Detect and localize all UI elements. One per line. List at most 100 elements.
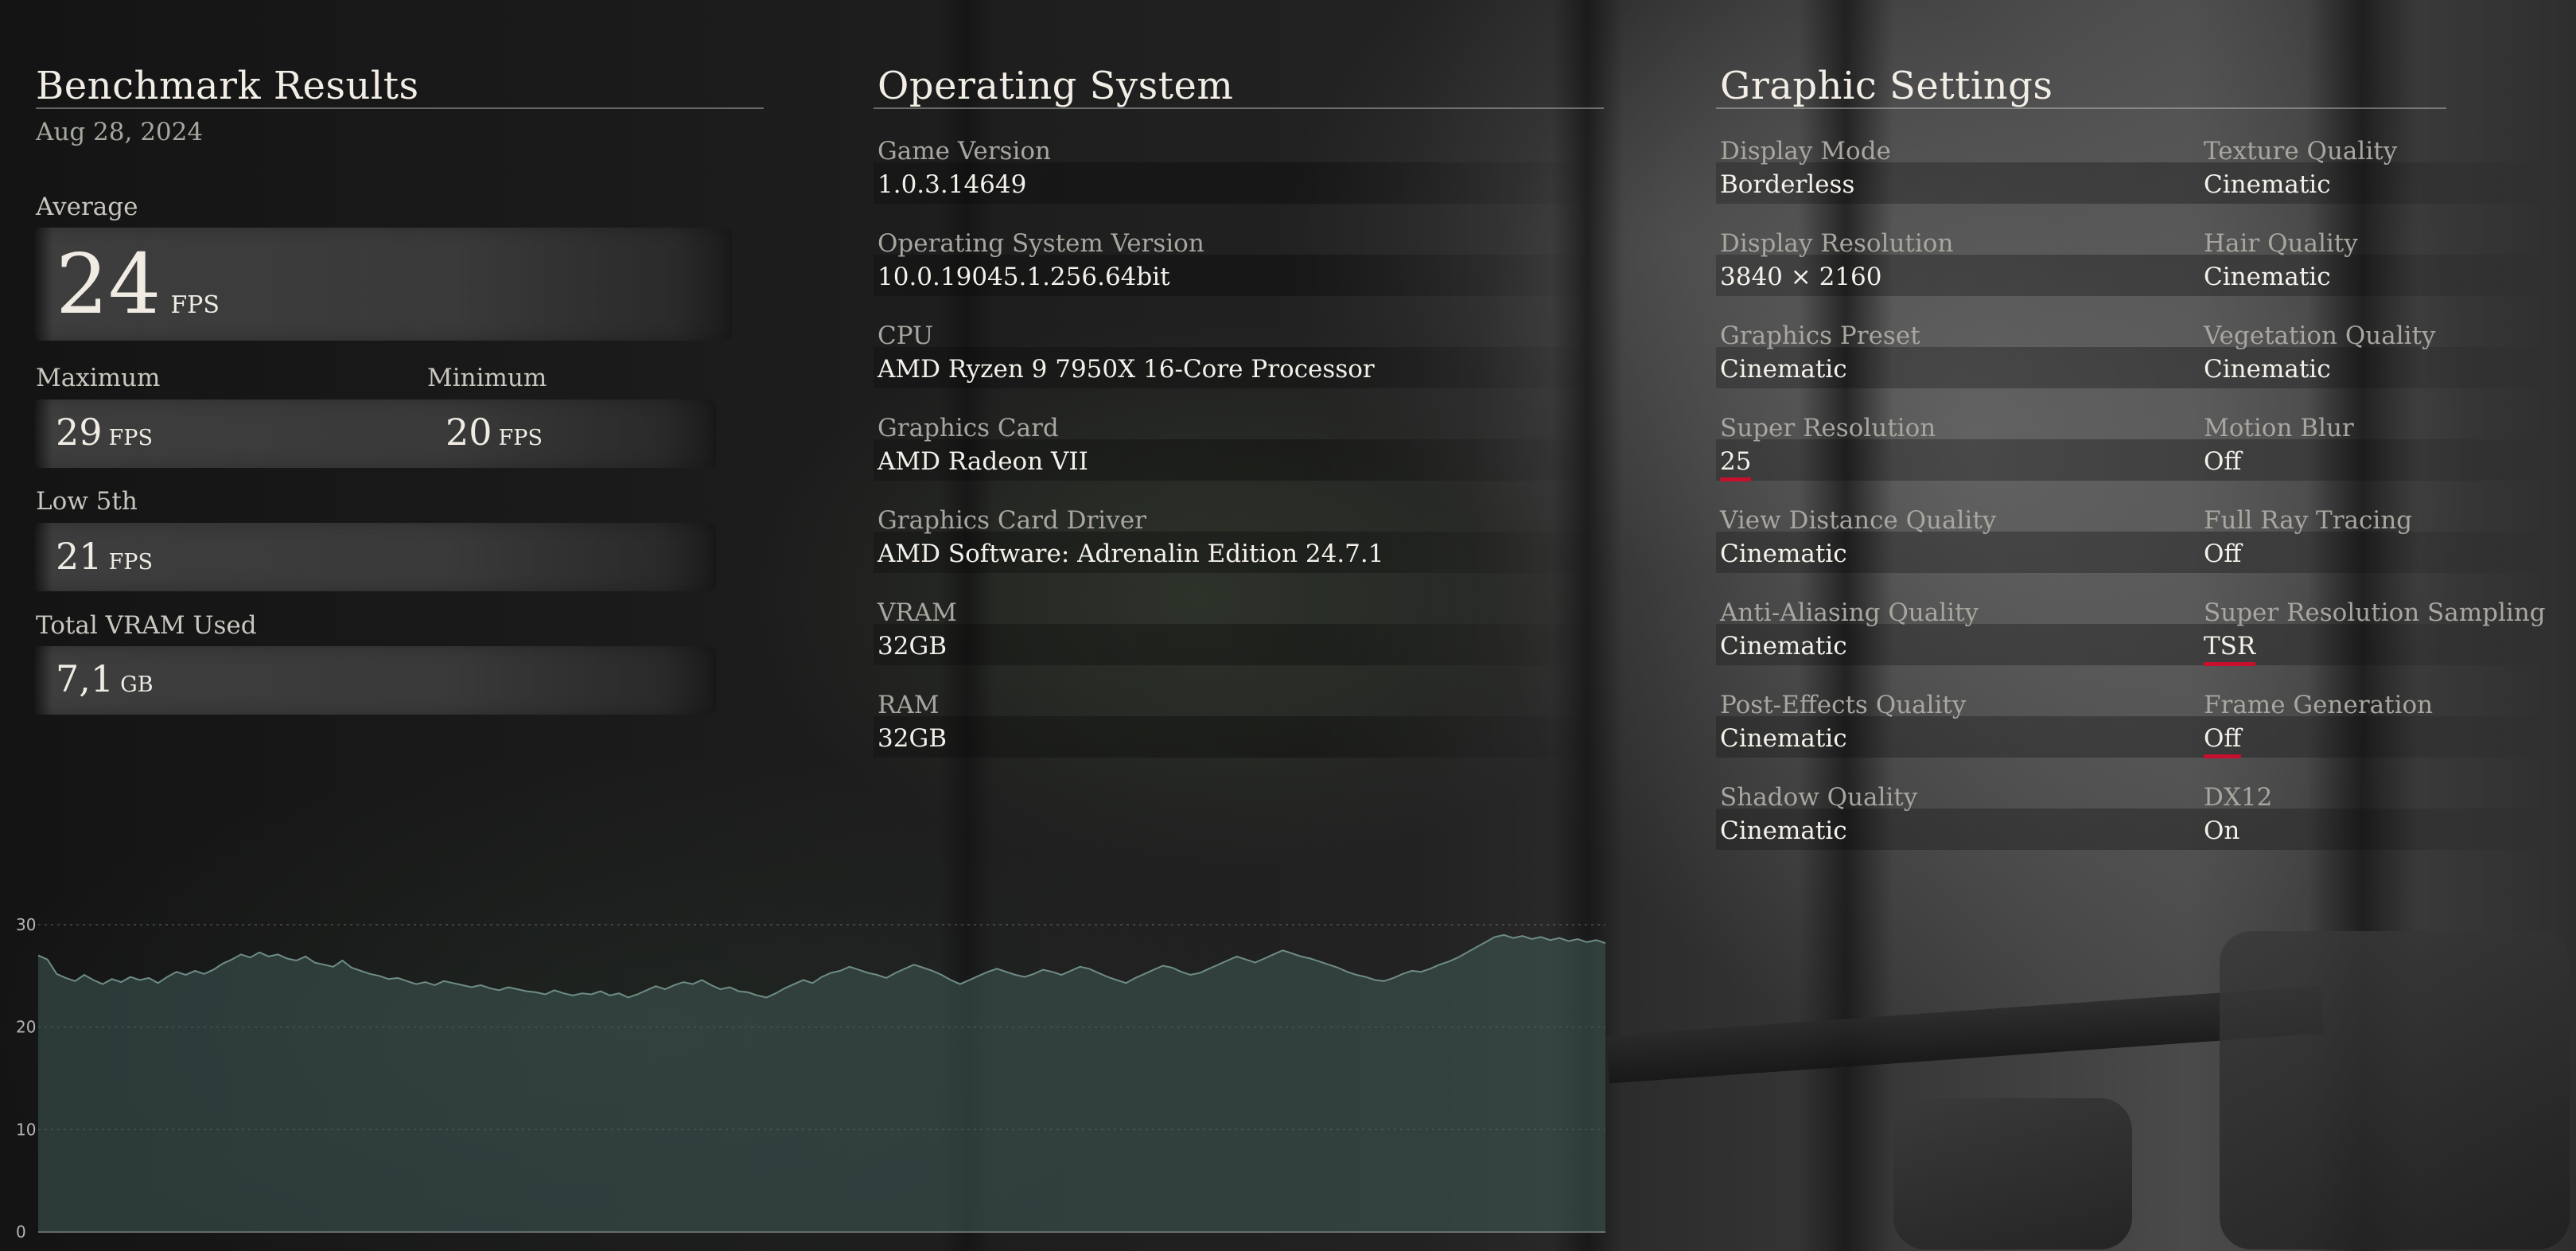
minimum-fps-unit: FPS (498, 426, 543, 450)
super-resolution-setting: Super Resolution 25 (1720, 414, 1936, 481)
minimum-fps: 20 FPS (446, 411, 543, 454)
frame-generation-setting: Frame Generation Off (2204, 691, 2433, 758)
y-tick-label: 10 (16, 1120, 36, 1139)
setting-value-highlighted: Off (2204, 724, 2242, 758)
setting-label: Anti-Aliasing Quality (1720, 598, 1979, 627)
low5-fps-unit: FPS (108, 550, 153, 575)
vram-used-label: Total VRAM Used (36, 611, 257, 640)
field-value: AMD Radeon VII (877, 447, 1088, 476)
setting-label: Shadow Quality (1720, 783, 1918, 812)
vram-used-value: 7,1 GB (56, 657, 154, 700)
setting-value: On (2204, 816, 2240, 845)
dx12-setting: DX12 On (2204, 783, 2272, 845)
y-tick-label: 30 (16, 915, 36, 934)
field-label: CPU (877, 322, 934, 350)
post-effects-setting: Post-Effects Quality Cinematic (1720, 691, 1966, 753)
setting-value: Cinematic (1720, 355, 1847, 384)
setting-value: Borderless (1720, 170, 1855, 199)
setting-value: Cinematic (1720, 816, 1847, 845)
field-label: Game Version (877, 137, 1051, 166)
setting-value: Cinematic (1720, 724, 1847, 753)
low5-fps-number: 21 (56, 535, 103, 578)
benchmark-title: Benchmark Results (36, 64, 419, 108)
low5-label: Low 5th (36, 487, 138, 516)
setting-label: View Distance Quality (1720, 506, 1997, 535)
shadow-quality-setting: Shadow Quality Cinematic (1720, 783, 1917, 845)
super-resolution-sampling-setting: Super Resolution Sampling TSR (2204, 598, 2546, 666)
texture-quality-setting: Texture Quality Cinematic (2204, 137, 2397, 199)
graphics-driver-field: Graphics Card Driver AMD Software: Adren… (877, 506, 1383, 568)
setting-label: Super Resolution (1720, 414, 1936, 442)
setting-value: Cinematic (2204, 170, 2331, 199)
average-fps: 24 FPS (56, 236, 220, 333)
os-row-band (874, 624, 1605, 665)
vram-used-unit: GB (120, 672, 154, 697)
field-label: RAM (877, 691, 940, 719)
setting-label: Texture Quality (2204, 137, 2398, 166)
graphics-preset-setting: Graphics Preset Cinematic (1720, 322, 1920, 384)
setting-label: Graphics Preset (1720, 322, 1920, 350)
maximum-label: Maximum (36, 364, 161, 392)
y-axis-ticks: 0 10 20 30 (16, 915, 36, 1241)
setting-label: Display Mode (1720, 137, 1891, 166)
maximum-fps: 29 FPS (56, 411, 153, 454)
setting-label: DX12 (2204, 783, 2273, 812)
setting-label: Display Resolution (1720, 229, 1954, 258)
field-label: Operating System Version (877, 229, 1204, 258)
display-mode-setting: Display Mode Borderless (1720, 137, 1891, 199)
y-tick-label: 20 (16, 1018, 36, 1037)
field-value: 32GB (877, 724, 947, 753)
vram-used-number: 7,1 (56, 657, 115, 700)
view-distance-setting: View Distance Quality Cinematic (1720, 506, 1996, 568)
setting-value: Off (2204, 447, 2242, 476)
maximum-fps-number: 29 (56, 411, 103, 454)
field-label: VRAM (877, 598, 957, 627)
display-resolution-setting: Display Resolution 3840 × 2160 (1720, 229, 1953, 291)
setting-value: Off (2204, 540, 2242, 568)
setting-label: Frame Generation (2204, 691, 2434, 719)
game-version-field: Game Version 1.0.3.14649 (877, 137, 1051, 199)
graphics-card-field: Graphics Card AMD Radeon VII (877, 414, 1088, 476)
minimum-fps-number: 20 (446, 411, 492, 454)
setting-label: Super Resolution Sampling (2204, 598, 2546, 627)
setting-value-highlighted: 25 (1720, 447, 1752, 481)
setting-value: Cinematic (2204, 263, 2331, 291)
y-tick-label: 0 (16, 1222, 26, 1241)
vegetation-quality-setting: Vegetation Quality Cinematic (2204, 322, 2436, 384)
average-label: Average (36, 193, 138, 221)
os-title-divider (874, 107, 1604, 109)
benchmark-date: Aug 28, 2024 (36, 118, 204, 146)
setting-value: Cinematic (2204, 355, 2331, 384)
motion-blur-setting: Motion Blur Off (2204, 414, 2354, 476)
field-label: Graphics Card (877, 414, 1059, 442)
os-row-band (874, 716, 1605, 758)
graphics-title-divider (1716, 107, 2446, 109)
low5-fps: 21 FPS (56, 535, 153, 578)
ram-field: RAM 32GB (877, 691, 947, 753)
setting-value: 3840 × 2160 (1720, 263, 1882, 291)
setting-value: Cinematic (1720, 540, 1847, 568)
os-title: Operating System (877, 64, 1234, 108)
cpu-field: CPU AMD Ryzen 9 7950X 16-Core Processor (877, 322, 1375, 384)
setting-label: Hair Quality (2204, 229, 2358, 258)
field-value: AMD Software: Adrenalin Edition 24.7.1 (877, 540, 1384, 568)
average-fps-number: 24 (56, 236, 161, 333)
os-version-field: Operating System Version 10.0.19045.1.25… (877, 229, 1204, 291)
setting-label: Motion Blur (2204, 414, 2354, 442)
hair-quality-setting: Hair Quality Cinematic (2204, 229, 2358, 291)
field-value: 1.0.3.14649 (877, 170, 1027, 199)
anti-aliasing-setting: Anti-Aliasing Quality Cinematic (1720, 598, 1979, 661)
setting-value: Cinematic (1720, 632, 1847, 661)
field-value: AMD Ryzen 9 7950X 16-Core Processor (877, 355, 1375, 384)
minimum-label: Minimum (427, 364, 547, 392)
setting-label: Post-Effects Quality (1720, 691, 1967, 719)
fps-area-chart: 0 10 20 30 (16, 915, 1606, 1241)
vram-field: VRAM 32GB (877, 598, 957, 661)
fps-area-fill (38, 934, 1605, 1232)
setting-label: Full Ray Tracing (2204, 506, 2413, 535)
field-label: Graphics Card Driver (877, 506, 1146, 535)
setting-label: Vegetation Quality (2204, 322, 2436, 350)
setting-value-highlighted: TSR (2204, 632, 2256, 666)
full-ray-tracing-setting: Full Ray Tracing Off (2204, 506, 2412, 568)
average-fps-unit: FPS (170, 291, 220, 319)
